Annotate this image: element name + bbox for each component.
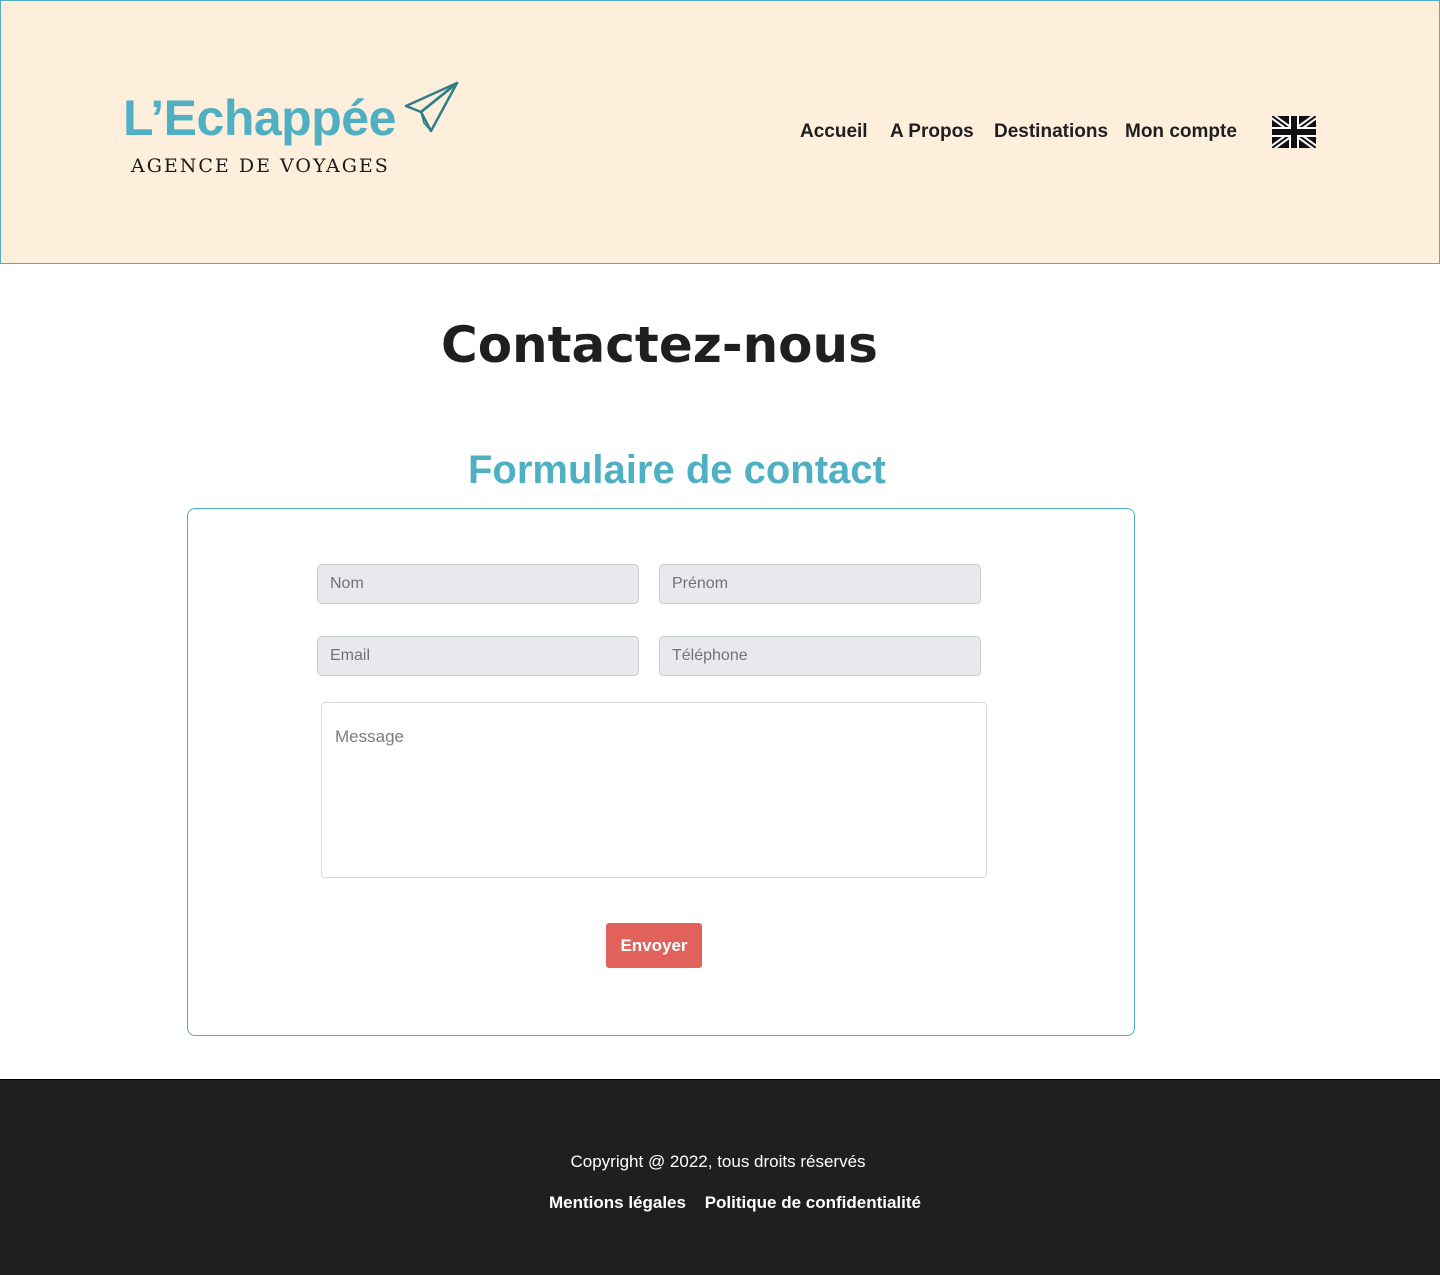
footer-link-mentions-legales[interactable]: Mentions légales [549, 1193, 686, 1212]
logo-name: L’Echappée [123, 90, 396, 146]
email-input[interactable] [317, 636, 639, 676]
nav-a-propos[interactable]: A Propos [890, 121, 974, 143]
page-title: Contactez-nous [441, 316, 878, 374]
send-button[interactable]: Envoyer [606, 923, 702, 968]
footer-link-politique-confidentialite[interactable]: Politique de confidentialité [705, 1193, 921, 1212]
nav-accueil[interactable]: Accueil [800, 121, 868, 143]
uk-flag-icon[interactable] [1272, 116, 1316, 148]
form-title: Formulaire de contact [468, 448, 886, 492]
site-header: L’Echappée AGENCE DE VOYAGES Accueil A P… [0, 0, 1440, 264]
prenom-input[interactable] [659, 564, 981, 604]
paper-plane-icon [404, 81, 459, 133]
message-textarea[interactable] [321, 702, 987, 878]
site-footer: Copyright @ 2022, tous droits réservés M… [0, 1079, 1440, 1275]
footer-links: Mentions légales Politique de confidenti… [0, 1193, 1440, 1213]
nom-input[interactable] [317, 564, 639, 604]
nav-destinations[interactable]: Destinations [994, 121, 1108, 143]
nav-mon-compte[interactable]: Mon compte [1125, 121, 1237, 143]
logo-tagline: AGENCE DE VOYAGES [131, 155, 390, 177]
copyright-text: Copyright @ 2022, tous droits réservés [570, 1152, 866, 1171]
logo[interactable]: L’Echappée AGENCE DE VOYAGES [123, 81, 463, 191]
telephone-input[interactable] [659, 636, 981, 676]
